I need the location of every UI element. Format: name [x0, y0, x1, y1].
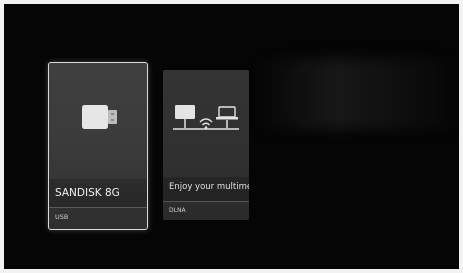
usb-drive-icon [82, 105, 117, 129]
source-type-label: DLNA [169, 207, 186, 214]
usb-icon-area [49, 63, 147, 173]
dlna-network-icon [173, 105, 239, 130]
dlna-icon-area [163, 70, 249, 170]
source-card-dlna[interactable]: Enjoy your multimed DLNA [163, 70, 249, 220]
source-title: Enjoy your multimed [169, 182, 249, 192]
source-card-usb[interactable]: SANDISK 8G USB [48, 62, 148, 230]
dlna-title-bar: Enjoy your multimed [163, 177, 249, 202]
source-type-label: USB [55, 213, 69, 221]
usb-title-bar: SANDISK 8G [49, 179, 147, 208]
tv-screen: SANDISK 8G USB Enjoy your multimed DLNA [4, 4, 459, 269]
source-title: SANDISK 8G [55, 187, 120, 199]
background-reflection [254, 59, 459, 129]
